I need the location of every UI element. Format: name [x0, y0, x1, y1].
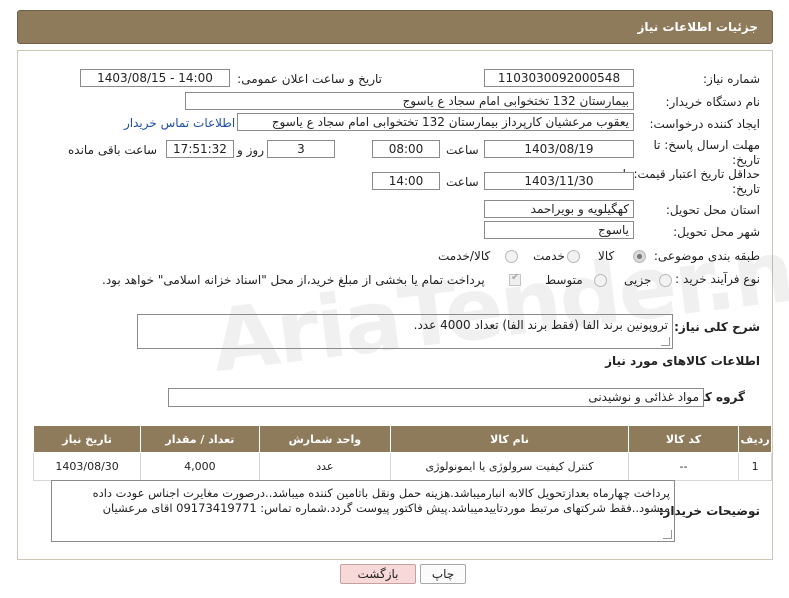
col-header-code: کد کالا	[627, 425, 740, 453]
buyer-org-label: نام دستگاه خریدار:	[665, 95, 761, 109]
buyer-notes-line-1: پرداخت چهارماه بعدازتحویل کالابه انبارمی…	[92, 486, 670, 500]
city-label: شهر محل تحویل:	[673, 225, 760, 239]
requester-field: یعقوب مرعشیان کارپرداز بیمارستان 132 تخت…	[237, 113, 634, 131]
table-header-row: ردیف کد کالا نام کالا واحد شمارش تعداد /…	[32, 425, 772, 453]
cell-unit: عدد	[258, 452, 392, 481]
description-text: تروپونین برند الفا (فقط برند الفا) تعداد…	[413, 318, 668, 332]
remaining-time-label: ساعت باقی مانده	[68, 143, 158, 157]
back-button[interactable]: بازگشت	[340, 564, 416, 584]
days-label: روز و	[237, 143, 264, 157]
deadline-date-label: تاریخ:	[732, 153, 760, 167]
category-label: طبقه بندی موضوعی:	[653, 249, 760, 263]
goods-table: ردیف کد کالا نام کالا واحد شمارش تعداد /…	[32, 425, 772, 481]
category-service-label: خدمت	[533, 249, 565, 263]
category-service-radio[interactable]	[567, 250, 580, 263]
validity-time-field: 14:00	[372, 172, 440, 190]
cell-name: کنترل کیفیت سرولوژی یا ایمونولوژی	[390, 452, 629, 481]
table-row: 1 -- کنترل کیفیت سرولوژی یا ایمونولوژی ع…	[32, 452, 772, 481]
cell-quantity: 4,000	[140, 452, 260, 481]
col-header-unit: واحد شمارش	[258, 425, 392, 453]
remaining-time-field: 17:51:32	[166, 140, 234, 158]
col-header-name: نام کالا	[390, 425, 629, 453]
description-textarea[interactable]: تروپونین برند الفا (فقط برند الفا) تعداد…	[137, 314, 673, 349]
resize-handle-icon[interactable]	[661, 337, 670, 346]
announce-label: تاریخ و ساعت اعلان عمومی:	[237, 72, 382, 86]
col-header-quantity: تعداد / مقدار	[140, 425, 260, 453]
process-minor-label: جزیی	[624, 273, 652, 287]
col-header-date: تاریخ نیاز	[32, 425, 142, 453]
category-both-radio[interactable]	[505, 250, 518, 263]
page-header: جزئیات اطلاعات نیاز	[17, 10, 773, 44]
category-goods-label: کالا	[598, 249, 615, 263]
announce-field: 1403/08/15 - 14:00	[80, 69, 230, 87]
buyer-notes-textarea[interactable]: پرداخت چهارماه بعدازتحویل کالابه انبارمی…	[51, 480, 675, 542]
validity-time-label: ساعت	[446, 175, 479, 189]
cell-code: --	[627, 452, 740, 481]
print-button[interactable]: چاپ	[420, 564, 466, 584]
deadline-time-field: 08:00	[372, 140, 440, 158]
buyer-org-field: بیمارستان 132 تختخوابی امام سجاد ع یاسوج	[185, 92, 634, 110]
col-header-row-number: ردیف	[738, 425, 772, 453]
category-goods-radio[interactable]	[633, 250, 646, 263]
validity-date-label: تاریخ:	[732, 182, 760, 196]
contact-info-link[interactable]: اطلاعات تماس خریدار	[124, 116, 235, 130]
goods-group-field: مواد غذائی و نوشیدنی	[168, 388, 704, 407]
process-medium-label: متوسط	[545, 273, 583, 287]
deadline-date-field: 1403/08/19	[484, 140, 634, 158]
process-minor-radio[interactable]	[659, 274, 672, 287]
need-number-field: 1103030092000548	[484, 69, 634, 87]
province-label: استان محل تحویل:	[665, 203, 760, 217]
resize-handle-icon[interactable]	[663, 530, 672, 539]
cell-date: 1403/08/30	[32, 452, 142, 481]
deadline-time-label: ساعت	[446, 143, 479, 157]
validity-label: حداقل تاریخ اعتبار قیمت: تا	[622, 167, 760, 181]
description-label: شرح کلی نیاز:	[674, 320, 760, 334]
treasury-checkbox[interactable]	[509, 272, 521, 286]
days-remaining-field: 3	[267, 140, 335, 158]
cell-row-number: 1	[738, 452, 772, 481]
page-title: جزئیات اطلاعات نیاز	[637, 20, 758, 34]
category-both-label: کالا/خدمت	[438, 249, 491, 263]
need-number-label: شماره نیاز:	[703, 72, 760, 86]
process-medium-radio[interactable]	[594, 274, 607, 287]
process-label: نوع فرآیند خرید :	[675, 272, 760, 286]
requester-label: ایجاد کننده درخواست:	[649, 117, 760, 131]
city-field: یاسوج	[484, 221, 634, 239]
goods-info-title: اطلاعات کالاهای مورد نیاز	[605, 354, 760, 368]
deadline-label: مهلت ارسال پاسخ: تا	[653, 138, 760, 152]
validity-date-field: 1403/11/30	[484, 172, 634, 190]
buyer-notes-line-2: میشود..فقط شرکتهای مرتبط موردتاییدمیباشد…	[102, 501, 670, 515]
province-field: کهگیلویه و بویراحمد	[484, 200, 634, 218]
payment-note: پرداخت تمام یا بخشی از مبلغ خرید،از محل …	[102, 273, 485, 287]
